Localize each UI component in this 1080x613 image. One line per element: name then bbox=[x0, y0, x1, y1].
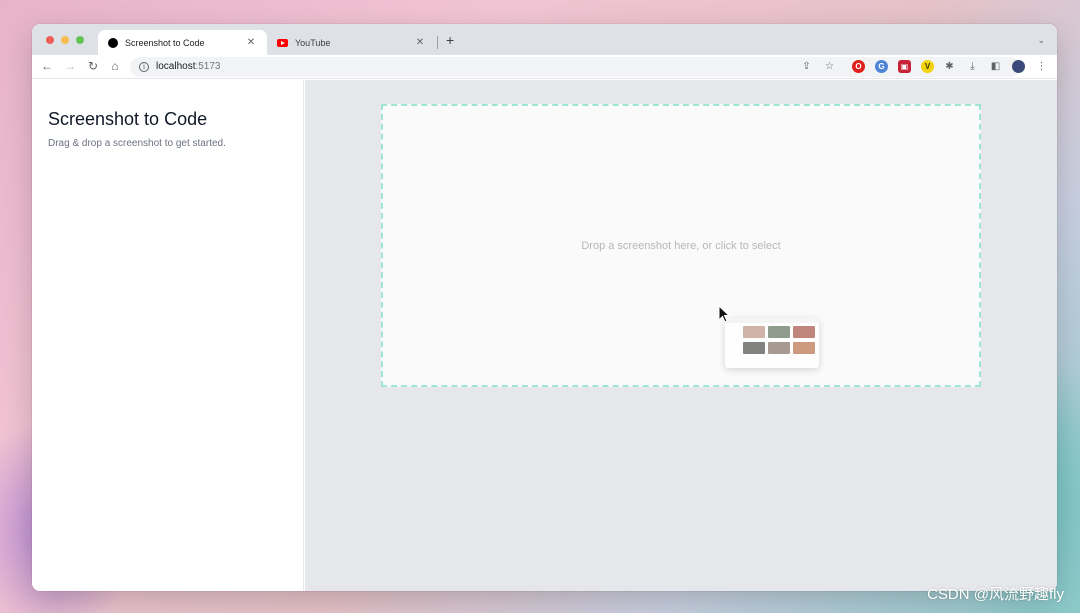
tab-title: Screenshot to Code bbox=[125, 37, 205, 48]
thumbnail-cell bbox=[768, 326, 790, 338]
new-tab-icon[interactable]: + bbox=[446, 33, 454, 47]
close-window-button[interactable] bbox=[46, 36, 54, 44]
screenshot-dropzone[interactable]: Drop a screenshot here, or click to sele… bbox=[381, 104, 981, 387]
back-arrow-icon[interactable]: ← bbox=[39, 58, 55, 74]
share-icon[interactable]: ⇪ bbox=[800, 60, 813, 73]
tab-close-icon[interactable]: ✕ bbox=[414, 37, 426, 48]
sidebar: Screenshot to Code Drag & drop a screens… bbox=[32, 80, 304, 591]
watermark-text: CSDN @风流野趣fly bbox=[927, 586, 1064, 603]
tab-strip: Screenshot to Code ✕ YouTube ✕ + ⌄ bbox=[32, 24, 1057, 55]
thumbnail-cell bbox=[743, 342, 765, 354]
page-content: Screenshot to Code Drag & drop a screens… bbox=[32, 80, 1057, 591]
tab-close-icon[interactable]: ✕ bbox=[245, 37, 257, 48]
thumbnail-cell bbox=[768, 342, 790, 354]
tab-screenshot-to-code[interactable]: Screenshot to Code ✕ bbox=[98, 30, 267, 55]
download-icon[interactable]: ⤓ bbox=[966, 60, 979, 73]
bookmark-star-icon[interactable]: ☆ bbox=[823, 60, 836, 73]
thumbnail-cell bbox=[793, 342, 815, 354]
more-menu-icon[interactable]: ⋮ bbox=[1035, 60, 1048, 73]
url-text: localhost:5173 bbox=[156, 61, 221, 72]
page-title: Screenshot to Code bbox=[48, 109, 208, 129]
puzzle-extensions-icon[interactable]: ✱ bbox=[943, 60, 956, 73]
tab-title: YouTube bbox=[295, 37, 331, 48]
maximize-window-button[interactable] bbox=[76, 36, 84, 44]
main-panel: Drop a screenshot here, or click to sele… bbox=[305, 80, 1057, 591]
minimize-window-button[interactable] bbox=[61, 36, 69, 44]
thumbnail-header bbox=[725, 318, 819, 323]
mouse-cursor-icon bbox=[718, 305, 731, 323]
home-icon[interactable]: ⌂ bbox=[107, 58, 123, 74]
tab-youtube[interactable]: YouTube ✕ bbox=[267, 30, 436, 55]
black-circle-favicon-icon bbox=[108, 37, 118, 48]
thumbnail-cell bbox=[743, 326, 765, 338]
url-host: localhost bbox=[156, 61, 196, 72]
reload-icon[interactable]: ↻ bbox=[85, 58, 101, 74]
browser-toolbar: ← → ↻ ⌂ i localhost:5173 ⇪ ☆ O G ▣ V ✱ ⤓… bbox=[32, 55, 1057, 79]
translate-extension-icon[interactable]: G bbox=[875, 60, 888, 73]
tab-separator bbox=[437, 36, 438, 49]
side-panel-icon[interactable]: ◧ bbox=[989, 60, 1002, 73]
url-port: :5173 bbox=[195, 61, 221, 72]
youtube-favicon-icon bbox=[277, 38, 288, 47]
thumbnail-cell bbox=[793, 326, 815, 338]
yellow-extension-icon[interactable]: V bbox=[921, 60, 934, 73]
browser-window: Screenshot to Code ✕ YouTube ✕ + ⌄ ← → ↻… bbox=[32, 24, 1057, 591]
profile-avatar-icon[interactable] bbox=[1012, 60, 1025, 73]
opera-extension-icon[interactable]: O bbox=[852, 60, 865, 73]
info-icon[interactable]: i bbox=[139, 62, 149, 72]
forward-arrow-icon[interactable]: → bbox=[62, 58, 78, 74]
chevron-down-icon[interactable]: ⌄ bbox=[1037, 35, 1045, 46]
dropzone-hint: Drop a screenshot here, or click to sele… bbox=[581, 240, 781, 252]
red-extension-icon[interactable]: ▣ bbox=[898, 60, 911, 73]
dragged-screenshot-thumbnail bbox=[725, 318, 819, 368]
page-subtitle: Drag & drop a screenshot to get started. bbox=[48, 138, 226, 149]
